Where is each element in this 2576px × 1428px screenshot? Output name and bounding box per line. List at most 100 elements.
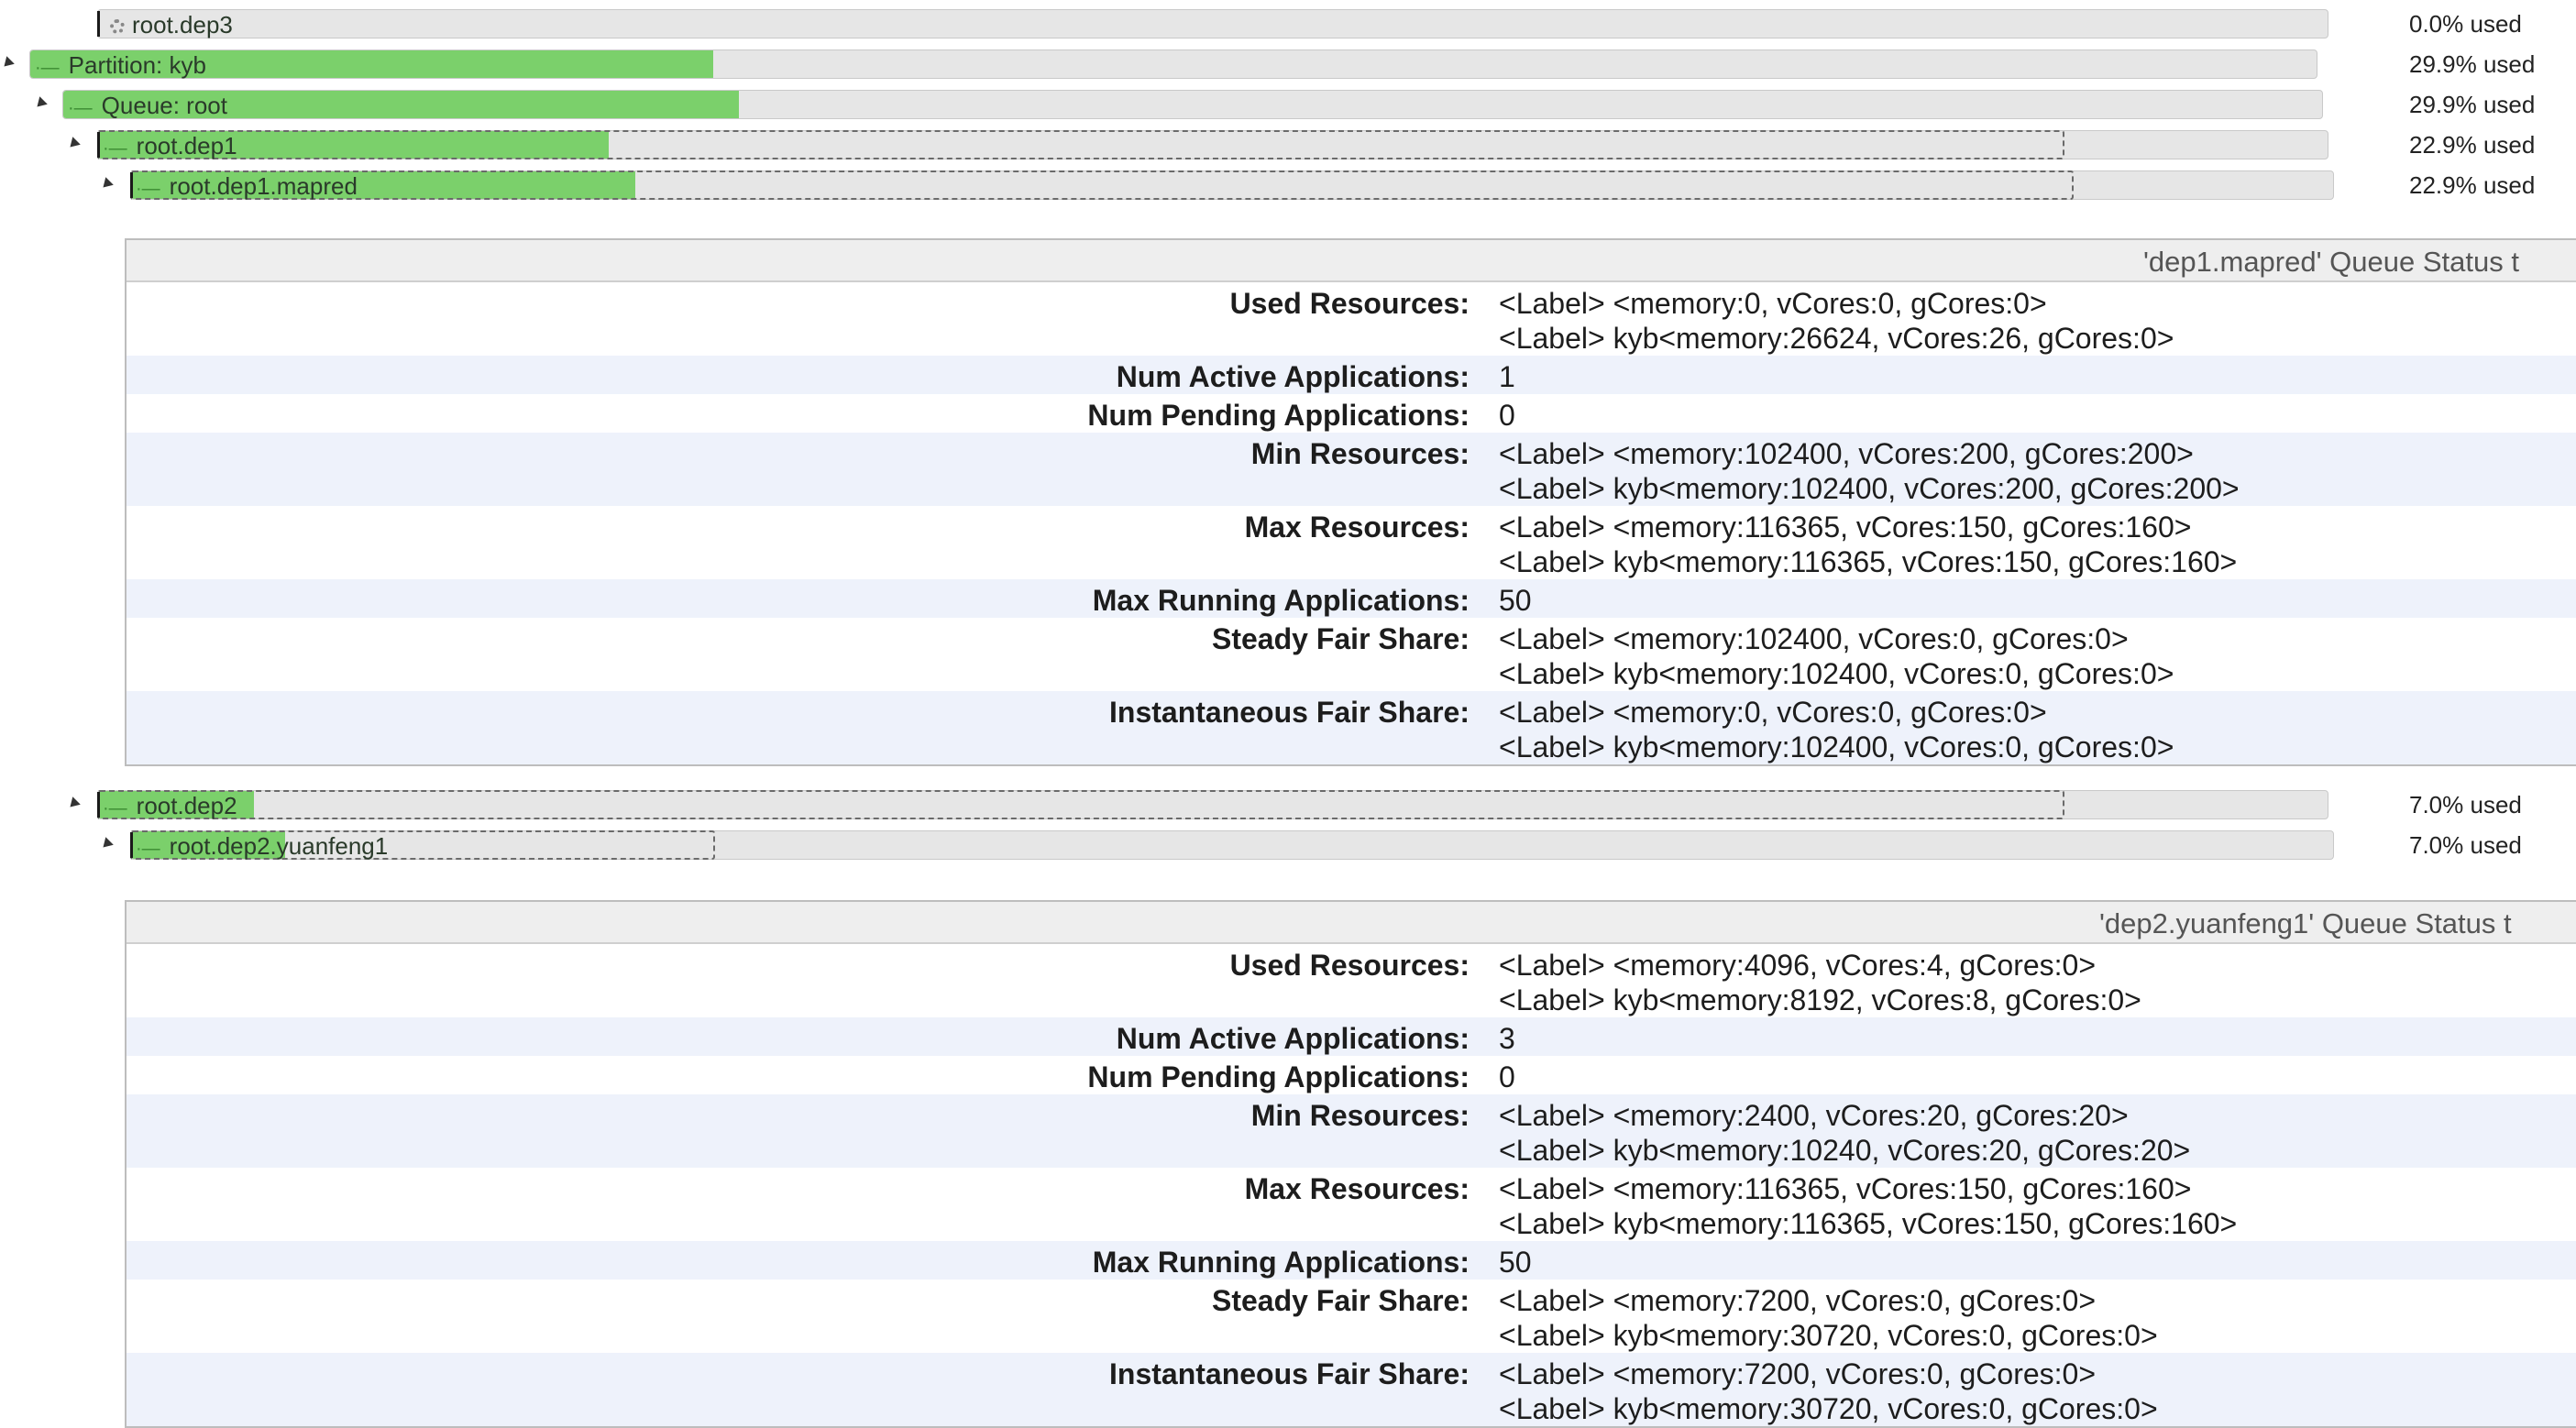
status-value: 50 — [1499, 1246, 1532, 1279]
queue-bar-track[interactable] — [97, 790, 2328, 819]
queue-bar-track[interactable] — [130, 170, 2334, 200]
queue-label: ·— root.dep2 — [103, 792, 237, 819]
queue-row-root-dep1[interactable]: ·— root.dep1 22.9% used — [0, 128, 2576, 165]
status-row-min-resources: Min Resources: <Label> <memory:102400, v… — [127, 433, 2576, 506]
queue-bar-marker — [97, 132, 100, 158]
expand-collapse-icon[interactable] — [99, 177, 114, 192]
gear-icon — [110, 19, 125, 35]
status-row-num-active-apps: Num Active Applications: 3 — [127, 1017, 2576, 1056]
status-row-steady-fair-share: Steady Fair Share: <Label> <memory:10240… — [127, 618, 2576, 691]
queue-used-percent: 7.0% used — [2409, 831, 2522, 859]
queue-used-percent: 7.0% used — [2409, 791, 2522, 818]
queue-label: ·— root.dep1.mapred — [136, 172, 358, 200]
queue-row-root-dep2[interactable]: ·— root.dep2 7.0% used — [0, 788, 2576, 825]
queue-bar-track[interactable] — [97, 130, 2328, 159]
queue-label: ·— root.dep1 — [103, 132, 237, 159]
status-row-instantaneous-fair-share: Instantaneous Fair Share: <Label> <memor… — [127, 1353, 2576, 1426]
queue-row-root-dep1-mapred[interactable]: ·— root.dep1.mapred 22.9% used — [0, 169, 2576, 205]
status-row-max-resources: Max Resources: <Label> <memory:116365, v… — [127, 506, 2576, 579]
queue-bar-marker — [130, 832, 133, 858]
queue-used-percent: 22.9% used — [2409, 131, 2536, 159]
status-value: <Label> <memory:7200, vCores:0, gCores:0… — [1499, 1357, 2158, 1425]
status-row-num-active-apps: Num Active Applications: 1 — [127, 356, 2576, 394]
queue-bar-track[interactable] — [97, 9, 2328, 38]
queue-bar-track[interactable] — [130, 830, 2334, 860]
queue-status-panel-dep1-mapred: 'dep1.mapred' Queue Status t Used Resour… — [125, 238, 2576, 766]
panel-title: 'dep1.mapred' Queue Status t — [2143, 246, 2519, 278]
status-row-min-resources: Min Resources: <Label> <memory:2400, vCo… — [127, 1094, 2576, 1168]
queue-bar-marker — [97, 11, 100, 37]
status-value: 0 — [1499, 1060, 1515, 1093]
queue-dot-icon: ·— — [103, 798, 127, 818]
queue-row-queue-root[interactable]: ·— Queue: root 29.9% used — [0, 88, 2576, 125]
status-value: <Label> <memory:102400, vCores:200, gCor… — [1499, 437, 2240, 505]
status-value: <Label> <memory:116365, vCores:150, gCor… — [1499, 1172, 2238, 1240]
status-key: Instantaneous Fair Share: — [1109, 696, 1470, 729]
panel-title: 'dep2.yuanfeng1' Queue Status t — [2099, 907, 2512, 939]
status-row-num-pending-apps: Num Pending Applications: 0 — [127, 394, 2576, 433]
queue-dot-icon: ·— — [68, 98, 93, 118]
status-key: Steady Fair Share: — [1212, 1284, 1470, 1317]
queue-bar-track[interactable] — [29, 49, 2317, 79]
queue-label: ·— Queue: root — [68, 92, 227, 119]
status-value: 1 — [1499, 360, 1515, 393]
queue-used-percent: 22.9% used — [2409, 171, 2536, 199]
queue-label: ·— root.dep2.yuanfeng1 — [136, 832, 389, 860]
status-value: 0 — [1499, 399, 1515, 432]
status-key: Max Resources: — [1244, 1172, 1470, 1205]
status-key: Num Pending Applications: — [1087, 1060, 1470, 1093]
status-row-used-resources: Used Resources: <Label> <memory:4096, vC… — [127, 944, 2576, 1017]
status-value: <Label> <memory:7200, vCores:0, gCores:0… — [1499, 1284, 2158, 1352]
queue-dot-icon: ·— — [136, 179, 160, 199]
queue-dot-icon: ·— — [35, 58, 60, 78]
status-row-instantaneous-fair-share: Instantaneous Fair Share: <Label> <memor… — [127, 691, 2576, 764]
queue-label: ·— Partition: kyb — [35, 51, 206, 79]
expand-collapse-icon[interactable] — [99, 837, 114, 851]
status-key: Num Active Applications: — [1116, 360, 1470, 393]
status-value: 50 — [1499, 584, 1532, 617]
status-key: Used Resources: — [1229, 287, 1470, 320]
status-key: Instantaneous Fair Share: — [1109, 1357, 1470, 1390]
status-key: Used Resources: — [1229, 949, 1470, 982]
queue-status-panel-dep2-yuanfeng1: 'dep2.yuanfeng1' Queue Status t Used Res… — [125, 900, 2576, 1428]
queue-dot-icon: ·— — [103, 138, 127, 159]
status-key: Max Resources: — [1244, 511, 1470, 544]
status-row-num-pending-apps: Num Pending Applications: 0 — [127, 1056, 2576, 1094]
status-value: <Label> <memory:2400, vCores:20, gCores:… — [1499, 1099, 2191, 1167]
status-row-max-resources: Max Resources: <Label> <memory:116365, v… — [127, 1168, 2576, 1241]
queue-bar-track[interactable] — [62, 90, 2323, 119]
expand-collapse-icon[interactable] — [33, 96, 48, 111]
status-key: Max Running Applications: — [1092, 1246, 1470, 1279]
queue-bar-marker — [130, 172, 133, 198]
queue-dot-icon: ·— — [136, 839, 160, 859]
status-value: <Label> <memory:0, vCores:0, gCores:0> <L… — [1499, 287, 2174, 355]
status-key: Max Running Applications: — [1092, 584, 1470, 617]
status-key: Min Resources: — [1250, 1099, 1470, 1132]
expand-collapse-icon[interactable] — [66, 796, 81, 811]
panel-header: 'dep2.yuanfeng1' Queue Status t — [127, 902, 2576, 944]
expand-collapse-icon[interactable] — [0, 56, 15, 71]
status-value: 3 — [1499, 1022, 1515, 1055]
status-key: Num Active Applications: — [1116, 1022, 1470, 1055]
queue-used-percent: 29.9% used — [2409, 50, 2536, 78]
status-row-steady-fair-share: Steady Fair Share: <Label> <memory:7200,… — [127, 1280, 2576, 1353]
queue-row-root-dep2-yuanfeng1[interactable]: ·— root.dep2.yuanfeng1 7.0% used — [0, 829, 2576, 865]
queue-bar-marker — [97, 792, 100, 818]
status-key: Min Resources: — [1250, 437, 1470, 470]
status-row-used-resources: Used Resources: <Label> <memory:0, vCore… — [127, 282, 2576, 356]
status-value: <Label> <memory:116365, vCores:150, gCor… — [1499, 511, 2238, 578]
status-value: <Label> <memory:4096, vCores:4, gCores:0… — [1499, 949, 2141, 1016]
queue-row-partition-kyb[interactable]: ·— Partition: kyb 29.9% used — [0, 48, 2576, 84]
status-value: <Label> <memory:0, vCores:0, gCores:0> <L… — [1499, 696, 2174, 763]
status-row-max-running-apps: Max Running Applications: 50 — [127, 1241, 2576, 1280]
status-value: <Label> <memory:102400, vCores:0, gCores… — [1499, 622, 2174, 690]
status-key: Steady Fair Share: — [1212, 622, 1470, 655]
panel-header: 'dep1.mapred' Queue Status t — [127, 240, 2576, 282]
status-row-max-running-apps: Max Running Applications: 50 — [127, 579, 2576, 618]
queue-row-root-dep3[interactable]: root.dep3 0.0% used — [0, 7, 2576, 44]
queue-label: root.dep3 — [110, 11, 233, 38]
queue-used-percent: 0.0% used — [2409, 10, 2522, 38]
expand-collapse-icon[interactable] — [66, 137, 81, 151]
queue-used-percent: 29.9% used — [2409, 91, 2536, 118]
status-key: Num Pending Applications: — [1087, 399, 1470, 432]
